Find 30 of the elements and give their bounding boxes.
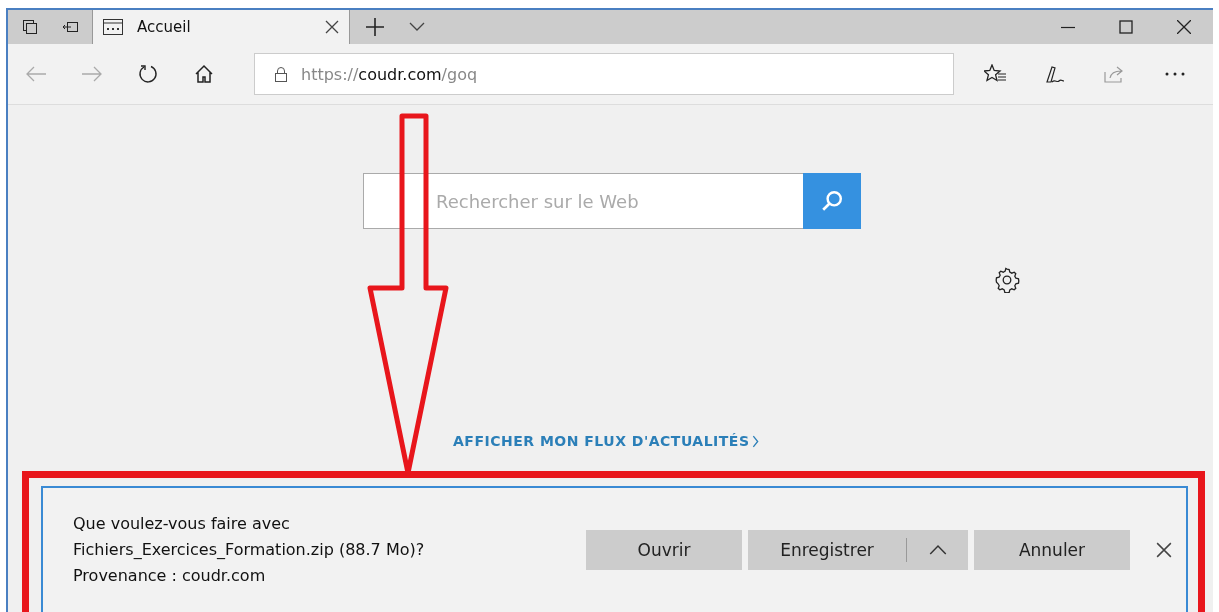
page-icon <box>103 19 123 35</box>
download-action-button[interactable]: Annuler <box>974 530 1130 570</box>
chevron-right-icon <box>751 434 759 448</box>
address-bar[interactable]: https://coudr.com/goq <box>254 53 954 95</box>
new-tab-icon[interactable] <box>366 18 384 36</box>
settings-icon[interactable] <box>994 267 1020 293</box>
favorites-icon[interactable] <box>984 64 1006 84</box>
download-message-line: Que voulez-vous faire avec <box>73 513 291 535</box>
refresh-icon[interactable] <box>138 64 158 84</box>
pen-icon[interactable] <box>1044 64 1066 84</box>
search-field[interactable]: Rechercher sur le Web <box>363 173 803 229</box>
search-button[interactable] <box>803 173 861 229</box>
download-message-line: Provenance : coudr.com <box>73 565 267 587</box>
restore-tabs-icon[interactable] <box>62 19 78 35</box>
home-icon[interactable] <box>194 64 214 84</box>
lock-icon <box>275 66 287 82</box>
tabs-aside-icon[interactable] <box>22 19 38 35</box>
download-message-line: Fichiers_Exercices_Formation.zip (88.7 Mo)? <box>73 539 426 561</box>
browser-tab[interactable]: Accueil <box>92 10 350 44</box>
download-action-button[interactable]: Ouvrir <box>586 530 742 570</box>
close-icon[interactable] <box>1156 542 1172 558</box>
search-icon <box>821 190 843 212</box>
caret-up-icon <box>928 545 947 555</box>
url-text: https://coudr.com/goq <box>301 64 478 84</box>
close-icon[interactable] <box>1177 20 1191 34</box>
chevron-down-icon[interactable] <box>408 22 426 32</box>
more-icon[interactable] <box>1164 72 1186 76</box>
news-feed-link[interactable]: AFFICHER MON FLUX D'ACTUALITÉS <box>453 433 759 449</box>
close-tab-icon[interactable] <box>325 20 339 34</box>
maximize-icon[interactable] <box>1119 20 1133 34</box>
